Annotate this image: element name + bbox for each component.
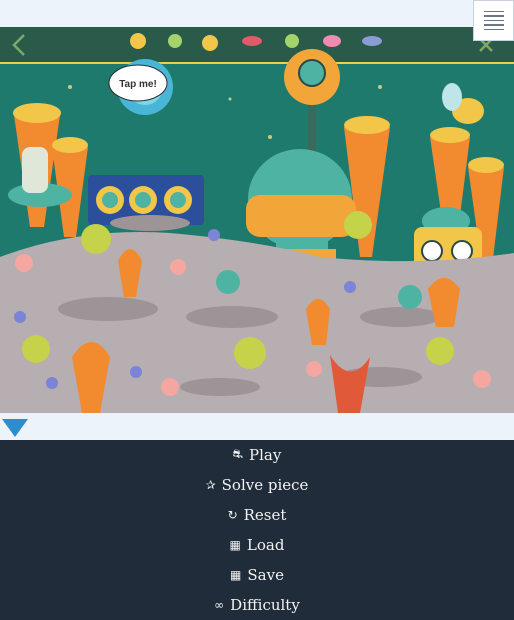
piece-icon: ⛐ [232,447,244,461]
reset-icon: ↻ [227,508,238,522]
save-label: Save [247,566,284,584]
load-button[interactable]: ▦ Load [0,530,514,560]
solve-piece-label: Solve piece [221,476,309,494]
difficulty-label: Difficulty [230,596,300,614]
reset-label: Reset [243,506,287,524]
load-label: Load [246,536,285,554]
solve-piece-button[interactable]: ✰ Solve piece [0,470,514,500]
save-icon: ▦ [230,568,242,582]
puzzle-scene[interactable]: Tap me! [0,27,514,413]
infinity-icon: ∞ [214,598,225,612]
play-label: Play [249,446,282,464]
star-icon: ✰ [205,478,216,492]
difficulty-button[interactable]: ∞ Difficulty [0,590,514,620]
reset-button[interactable]: ↻ Reset [0,500,514,530]
game-menu: ⛐ Play ✰ Solve piece ↻ Reset ▦ Load ▦ Sa… [0,440,514,620]
top-bar [0,0,514,27]
tap-me-bubble[interactable]: Tap me! [108,64,168,102]
play-button[interactable]: ⛐ Play [0,440,514,470]
bubble-text: Tap me! [119,79,157,90]
divider-bar [0,413,514,440]
hamburger-menu-icon[interactable] [473,0,514,41]
save-button[interactable]: ▦ Save [0,560,514,590]
collapse-triangle-icon[interactable] [0,413,30,440]
load-icon: ▦ [229,538,241,552]
